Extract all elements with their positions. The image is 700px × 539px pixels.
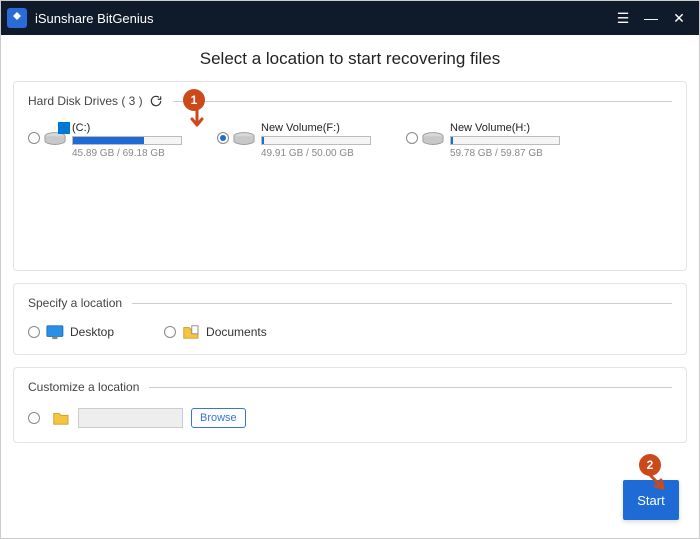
drives-section-label: Hard Disk Drives ( 3 ) <box>28 94 143 108</box>
drive-name: New Volume(F:) <box>261 122 371 134</box>
drive-item-h[interactable]: New Volume(H:) 59.78 GB / 59.87 GB <box>406 122 581 159</box>
annotation-step-2: 2 <box>639 454 661 476</box>
annotation-step-1: 1 <box>183 89 205 111</box>
close-button[interactable]: ✕ <box>665 10 693 27</box>
annotation-arrow-1 <box>189 109 207 135</box>
drive-radio[interactable] <box>28 132 40 144</box>
location-radio[interactable] <box>28 326 40 338</box>
custom-path-input[interactable] <box>78 408 183 428</box>
drive-item-c[interactable]: (C:) 45.89 GB / 69.18 GB <box>28 122 203 159</box>
specify-location-panel: Specify a location Desktop Documents <box>13 283 687 355</box>
app-title: iSunshare BitGenius <box>35 11 154 26</box>
customize-radio[interactable] <box>28 412 40 424</box>
disk-icon <box>44 130 66 148</box>
refresh-icon[interactable] <box>149 94 163 108</box>
customize-location-panel: Customize a location Browse <box>13 367 687 443</box>
app-logo-icon <box>7 8 27 28</box>
menu-icon[interactable]: ☰ <box>609 10 637 27</box>
location-label: Documents <box>206 325 267 339</box>
documents-icon <box>182 324 200 340</box>
customize-section-label: Customize a location <box>28 380 139 394</box>
usage-bar <box>72 136 182 145</box>
windows-flag-icon <box>58 122 70 134</box>
usage-bar <box>261 136 371 145</box>
disk-icon <box>233 130 255 148</box>
location-radio[interactable] <box>164 326 176 338</box>
page-title: Select a location to start recovering fi… <box>13 35 687 81</box>
disk-icon <box>422 130 444 148</box>
location-desktop[interactable]: Desktop <box>28 324 114 340</box>
location-documents[interactable]: Documents <box>164 324 267 340</box>
drives-list: (C:) 45.89 GB / 69.18 GB New Volume(F:) … <box>28 122 672 159</box>
folder-icon <box>52 410 70 426</box>
drive-size: 45.89 GB / 69.18 GB <box>72 148 182 159</box>
drive-name: New Volume(H:) <box>450 122 560 134</box>
location-label: Desktop <box>70 325 114 339</box>
browse-button[interactable]: Browse <box>191 408 246 428</box>
desktop-icon <box>46 324 64 340</box>
drive-size: 59.78 GB / 59.87 GB <box>450 148 560 159</box>
drive-radio[interactable] <box>406 132 418 144</box>
drive-item-f[interactable]: New Volume(F:) 49.91 GB / 50.00 GB <box>217 122 392 159</box>
titlebar: iSunshare BitGenius ☰ — ✕ <box>1 1 699 35</box>
specify-section-label: Specify a location <box>28 296 122 310</box>
usage-bar <box>450 136 560 145</box>
drive-name: (C:) <box>72 122 182 134</box>
minimize-button[interactable]: — <box>637 10 665 26</box>
drive-size: 49.91 GB / 50.00 GB <box>261 148 371 159</box>
drive-radio[interactable] <box>217 132 229 144</box>
drives-panel: Hard Disk Drives ( 3 ) (C:) 45.89 GB / 6… <box>13 81 687 271</box>
